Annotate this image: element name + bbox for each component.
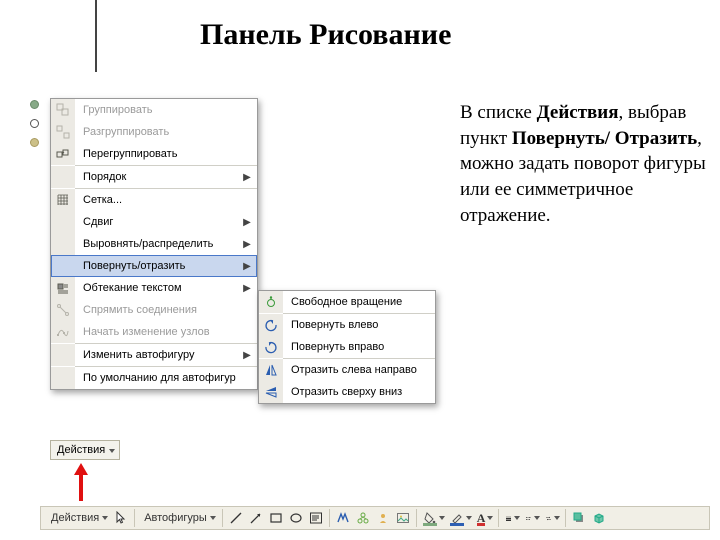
- blank-icon: [51, 233, 75, 255]
- nodes-icon: [51, 321, 75, 343]
- oval-tool-icon[interactable]: [286, 508, 306, 528]
- body-text: В списке Действия, выбрав пункт Повернут…: [460, 100, 708, 228]
- menu-item-label: Группировать: [75, 104, 253, 116]
- submenu-arrow-icon: ▶: [241, 350, 253, 361]
- insert-picture-icon[interactable]: [393, 508, 413, 528]
- free-rotate-icon: [259, 291, 283, 313]
- menu-item[interactable]: Выровнять/распределить▶: [51, 233, 257, 255]
- menu-item[interactable]: По умолчанию для автофигур: [51, 367, 257, 389]
- regroup-icon: [51, 143, 75, 165]
- submenu-arrow-icon: ▶: [241, 239, 253, 250]
- blank-icon: [51, 255, 75, 277]
- menu-item[interactable]: Порядок▶: [51, 166, 257, 188]
- submenu-arrow-icon: ▶: [241, 261, 253, 272]
- menu-item-label: Спрямить соединения: [75, 304, 253, 316]
- rotate-right-icon: [259, 336, 283, 358]
- submenu-item[interactable]: Отразить слева направо: [259, 359, 435, 381]
- line-color-button[interactable]: [447, 508, 474, 528]
- toolbar-actions-button[interactable]: Действия: [45, 508, 111, 528]
- menu-item[interactable]: Повернуть/отразить▶: [51, 255, 257, 277]
- menu-item-label: По умолчанию для автофигур: [75, 372, 253, 384]
- callout-arrow: [74, 463, 88, 501]
- menu-item[interactable]: Сетка...: [51, 189, 257, 211]
- page-title: Панель Рисование: [200, 18, 451, 52]
- rectangle-tool-icon[interactable]: [266, 508, 286, 528]
- menu-item-label: Начать изменение узлов: [75, 326, 253, 338]
- submenu-item-label: Отразить сверху вниз: [283, 386, 431, 398]
- clipart-tool-icon[interactable]: [373, 508, 393, 528]
- menu-item[interactable]: Перегруппировать: [51, 143, 257, 165]
- flip-v-icon: [259, 381, 283, 403]
- menu-item-label: Повернуть/отразить: [75, 260, 241, 272]
- menu-item-label: Обтекание текстом: [75, 282, 241, 294]
- ungroup-icon: [51, 121, 75, 143]
- menu-item-label: Изменить автофигуру: [75, 349, 241, 361]
- menu-item-label: Сетка...: [75, 194, 253, 206]
- grid-icon: [51, 189, 75, 211]
- menu-item: Спрямить соединения: [51, 299, 257, 321]
- menu-item-label: Выровнять/распределить: [75, 238, 241, 250]
- textbox-tool-icon[interactable]: [306, 508, 326, 528]
- font-color-button[interactable]: A: [474, 508, 496, 528]
- submenu-arrow-icon: ▶: [241, 217, 253, 228]
- drawing-toolbar: Действия Автофигуры A: [40, 506, 710, 530]
- menu-item: Группировать: [51, 99, 257, 121]
- rotate-flip-submenu[interactable]: Свободное вращение Повернуть влево Поверну…: [258, 290, 436, 404]
- select-tool-icon[interactable]: [111, 508, 131, 528]
- submenu-arrow-icon: ▶: [241, 172, 253, 183]
- conn-icon: [51, 299, 75, 321]
- menu-item-label: Перегруппировать: [75, 148, 253, 160]
- menu-item[interactable]: Обтекание текстом▶: [51, 277, 257, 299]
- slide-bullets: [30, 100, 39, 147]
- fill-color-button[interactable]: [420, 508, 447, 528]
- submenu-item[interactable]: Повернуть вправо: [259, 336, 435, 358]
- submenu-item-label: Повернуть влево: [283, 319, 431, 331]
- submenu-item-label: Свободное вращение: [283, 296, 431, 308]
- rotate-left-icon: [259, 314, 283, 336]
- wrap-icon: [51, 277, 75, 299]
- menu-item: Разгруппировать: [51, 121, 257, 143]
- blank-icon: [51, 367, 75, 389]
- submenu-arrow-icon: ▶: [241, 283, 253, 294]
- submenu-item[interactable]: Повернуть влево: [259, 314, 435, 336]
- blank-icon: [51, 211, 75, 233]
- toolbar-autoshapes-button[interactable]: Автофигуры: [138, 508, 219, 528]
- menu-item: Начать изменение узлов: [51, 321, 257, 343]
- group-icon: [51, 99, 75, 121]
- menu-item[interactable]: Изменить автофигуру▶: [51, 344, 257, 366]
- diagram-tool-icon[interactable]: [353, 508, 373, 528]
- menu-item[interactable]: Сдвиг▶: [51, 211, 257, 233]
- submenu-item[interactable]: Отразить сверху вниз: [259, 381, 435, 403]
- arrow-style-button[interactable]: [542, 508, 562, 528]
- actions-dropdown-button[interactable]: Действия: [50, 440, 120, 460]
- line-tool-icon[interactable]: [226, 508, 246, 528]
- arrow-tool-icon[interactable]: [246, 508, 266, 528]
- menu-item-label: Порядок: [75, 171, 241, 183]
- blank-icon: [51, 344, 75, 366]
- blank-icon: [51, 166, 75, 188]
- line-weight-button[interactable]: [502, 508, 522, 528]
- wordart-tool-icon[interactable]: [333, 508, 353, 528]
- actions-menu[interactable]: Группировать Разгруппировать Перегруппиров…: [50, 98, 258, 390]
- submenu-item-label: Повернуть вправо: [283, 341, 431, 353]
- title-rule: [95, 0, 97, 72]
- dash-style-button[interactable]: [522, 508, 542, 528]
- shadow-style-button[interactable]: [569, 508, 589, 528]
- submenu-item-label: Отразить слева направо: [283, 364, 431, 376]
- menu-item-label: Сдвиг: [75, 216, 241, 228]
- flip-h-icon: [259, 359, 283, 381]
- submenu-item[interactable]: Свободное вращение: [259, 291, 435, 313]
- menu-item-label: Разгруппировать: [75, 126, 253, 138]
- 3d-style-button[interactable]: [589, 508, 609, 528]
- actions-dropdown-label: Действия: [57, 444, 105, 456]
